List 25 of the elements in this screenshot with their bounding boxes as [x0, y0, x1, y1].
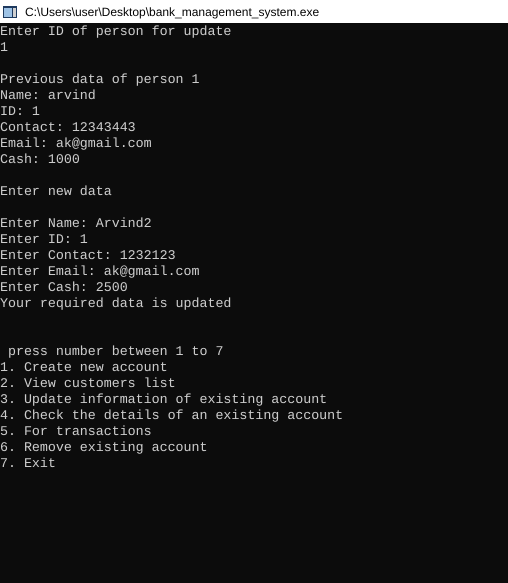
console-line: 2. View customers list — [0, 376, 176, 392]
console-line: Enter Cash: 2500 — [0, 280, 128, 296]
console-line: Cash: 1000 — [0, 152, 80, 168]
console-line: Name: arvind — [0, 88, 96, 104]
console-line: Enter new data — [0, 184, 112, 200]
console-line: Your required data is updated — [0, 296, 232, 312]
console-line: 1 — [0, 40, 8, 56]
console-line: 5. For transactions — [0, 424, 152, 440]
console-window-icon — [3, 6, 17, 18]
console-line: 3. Update information of existing account — [0, 392, 328, 408]
console-line: ID: 1 — [0, 104, 40, 120]
window-title: C:\Users\user\Desktop\bank_management_system.exe — [25, 4, 320, 20]
console-line: press number between 1 to 7 — [6, 344, 224, 360]
console-line: Enter Email: ak@gmail.com — [0, 264, 200, 280]
console-line: Contact: 12343443 — [0, 120, 136, 136]
console-line: 6. Remove existing account — [0, 440, 208, 456]
console-line: 1. Create new account — [0, 360, 168, 376]
console-line: Previous data of person 1 — [0, 72, 200, 88]
console-line: 7. Exit — [0, 456, 56, 472]
console-line: 4. Check the details of an existing account — [0, 408, 344, 424]
console-line: Enter ID: 1 — [0, 232, 88, 248]
console-line: Email: ak@gmail.com — [0, 136, 152, 152]
console-line: Enter Contact: 1232123 — [0, 248, 176, 264]
console-line: Enter ID of person for update — [0, 24, 232, 40]
console-line: Enter Name: Arvind2 — [0, 216, 152, 232]
